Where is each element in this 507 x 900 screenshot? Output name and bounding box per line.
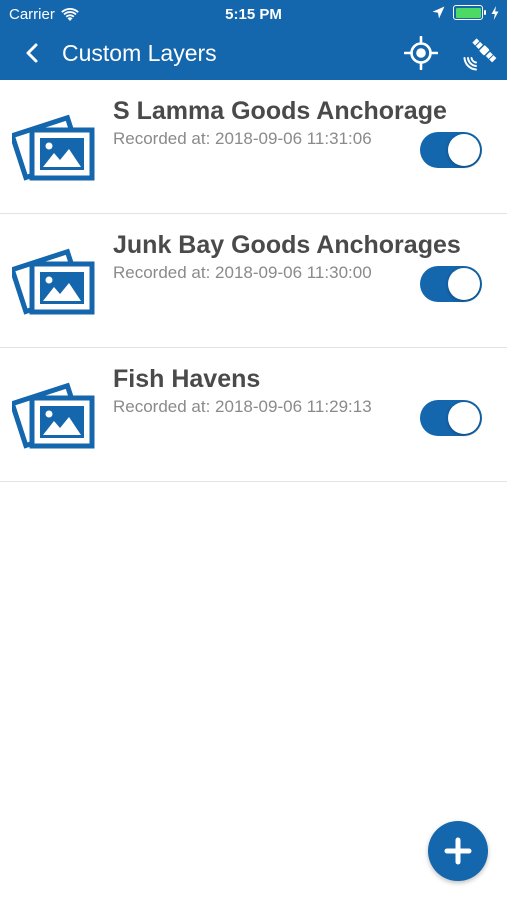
layer-visibility-toggle[interactable] — [420, 266, 482, 302]
navigation-bar: Custom Layers — [0, 28, 507, 80]
layer-title: Fish Havens — [113, 365, 261, 393]
image-stack-icon — [12, 248, 95, 315]
battery-level — [455, 7, 481, 18]
list-item[interactable]: Fish Havens Recorded at: 2018-09-06 11:2… — [0, 348, 507, 482]
layer-list: S Lamma Goods Anchorage Recorded at: 201… — [0, 80, 507, 482]
status-time: 5:15 PM — [225, 6, 282, 23]
list-item[interactable]: Junk Bay Goods Anchorages Recorded at: 2… — [0, 214, 507, 348]
status-bar: Carrier 5:15 PM — [0, 0, 507, 28]
toggle-knob — [448, 268, 480, 300]
add-layer-button[interactable] — [428, 821, 488, 881]
location-arrow-icon — [432, 6, 445, 19]
crosshair-icon[interactable] — [404, 36, 438, 70]
toggle-knob — [448, 402, 480, 434]
layer-recorded-time: Recorded at: 2018-09-06 11:30:00 — [113, 263, 372, 282]
layer-recorded-time: Recorded at: 2018-09-06 11:29:13 — [113, 397, 372, 416]
layer-title: S Lamma Goods Anchorage — [113, 97, 447, 125]
page-title: Custom Layers — [62, 40, 217, 66]
layer-visibility-toggle[interactable] — [420, 132, 482, 168]
battery-icon — [453, 5, 486, 20]
plus-icon — [444, 837, 472, 865]
image-stack-icon — [12, 382, 95, 449]
chevron-left-icon[interactable] — [18, 38, 48, 68]
layer-visibility-toggle[interactable] — [420, 400, 482, 436]
satellite-icon[interactable] — [462, 34, 500, 72]
layer-recorded-time: Recorded at: 2018-09-06 11:31:06 — [113, 129, 372, 148]
status-right — [432, 5, 499, 20]
image-stack-icon — [12, 114, 95, 181]
toggle-knob — [448, 134, 480, 166]
app-header: Carrier 5:15 PM Custom Layers — [0, 0, 507, 80]
list-item[interactable]: S Lamma Goods Anchorage Recorded at: 201… — [0, 80, 507, 214]
charging-icon — [491, 5, 499, 20]
layer-title: Junk Bay Goods Anchorages — [113, 231, 461, 259]
